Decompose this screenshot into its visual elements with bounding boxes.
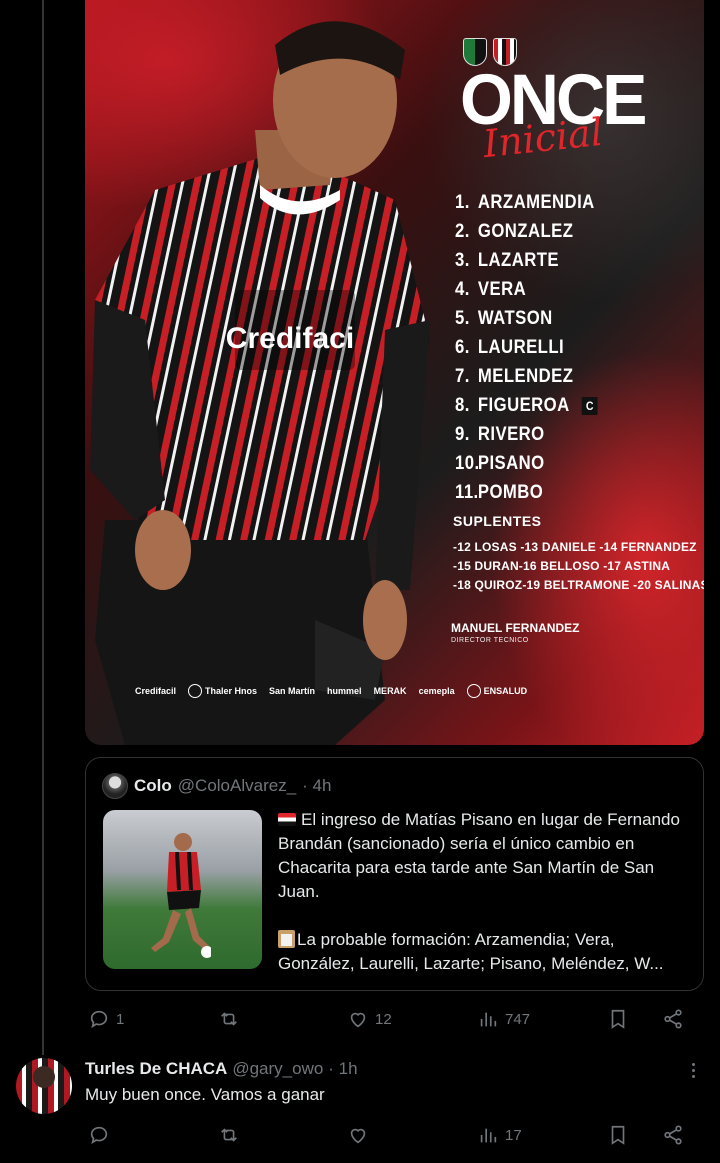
lineup-item: 9. RIVERO	[455, 423, 545, 445]
player-photo: Credifaci	[90, 21, 430, 745]
player-thumbnail-figure	[151, 833, 211, 958]
tweet-media-poster[interactable]: Credifaci ONCE Inicial 1. ARZAMENDIA 2. GO…	[85, 0, 704, 745]
quoted-tweet-text: El ingreso de Matías Pisano en lugar de …	[278, 810, 680, 973]
quoted-tweet-header: Colo @ColoAlvarez_ · 4h	[102, 773, 331, 799]
quoted-tweet-thumbnail[interactable]	[103, 810, 262, 969]
retweet-button[interactable]	[218, 1008, 246, 1030]
sponsor-logo: Thaler Hnos	[188, 684, 257, 698]
reply-timestamp[interactable]: · 1h	[328, 1059, 357, 1079]
tweet-action-bar: 1 12 747	[85, 1007, 704, 1031]
share-icon	[664, 1009, 682, 1029]
quoted-author-name[interactable]: Colo	[134, 776, 172, 796]
share-icon	[664, 1125, 682, 1145]
coach-role: DIRECTOR TECNICO	[451, 637, 529, 644]
lineup-item: 1. ARZAMENDIA	[455, 191, 595, 213]
bookmark-button[interactable]	[607, 1124, 629, 1146]
quoted-tweet[interactable]: Colo @ColoAlvarez_ · 4h El ingreso de Ma…	[85, 757, 704, 991]
quoted-timestamp[interactable]: · 4h	[302, 776, 331, 796]
sponsor-logo: ENSALUD	[466, 684, 527, 698]
avatar[interactable]	[102, 773, 128, 799]
lineup-item: 6. LAURELLI	[455, 336, 565, 358]
bookmark-icon	[611, 1125, 625, 1145]
views-icon	[480, 1012, 497, 1027]
lineup-item: 10. PISANO	[455, 452, 545, 474]
sponsor-strip: Credifacil Thaler Hnos San Martín hummel…	[135, 684, 527, 698]
bookmark-icon	[611, 1009, 625, 1029]
bookmark-button[interactable]	[607, 1008, 629, 1030]
reply-button[interactable]	[88, 1124, 116, 1146]
retweet-icon	[221, 1012, 237, 1026]
shirt-sponsor-text: Credifaci	[226, 322, 354, 355]
lineup-item: 7. MELENDEZ	[455, 365, 574, 387]
share-button[interactable]	[662, 1124, 684, 1146]
reply-author-handle[interactable]: @gary_owo	[232, 1059, 323, 1079]
clipboard-icon	[278, 930, 295, 948]
reply-icon	[90, 1126, 108, 1145]
sponsor-logo: hummel	[327, 686, 362, 696]
views-icon	[480, 1128, 497, 1143]
reply-count: 1	[116, 1010, 125, 1028]
sponsor-logo: San Martín	[269, 686, 316, 696]
reply-action-bar: 17	[85, 1123, 704, 1147]
like-button[interactable]	[347, 1124, 375, 1146]
views-count: 17	[505, 1126, 522, 1144]
views-count: 747	[505, 1010, 531, 1028]
views-button[interactable]: 17	[477, 1124, 522, 1146]
reply-icon	[90, 1010, 108, 1029]
coach-name: MANUEL FERNANDEZ	[451, 621, 580, 635]
like-button[interactable]: 12	[347, 1008, 392, 1030]
flag-icon	[278, 813, 296, 826]
subs-line: -18 QUIROZ-19 BELTRAMONE -20 SALINAS	[453, 578, 704, 592]
lineup-list: 1. ARZAMENDIA 2. GONZALEZ 3. LAZARTE 4. VERA…	[455, 188, 617, 507]
sponsor-logo: MERAK	[373, 686, 407, 696]
thread-line	[42, 0, 44, 1055]
reply-text: Muy buen once. Vamos a ganar	[85, 1085, 325, 1104]
avatar[interactable]	[16, 1058, 72, 1114]
subs-title: SUPLENTES	[453, 513, 542, 529]
lineup-item: 4. VERA	[455, 278, 527, 300]
captain-badge: C	[581, 396, 598, 415]
quoted-author-handle[interactable]: @ColoAlvarez_	[178, 776, 296, 796]
subs-line: -12 LOSAS -13 DANIELE -14 FERNANDEZ	[453, 540, 697, 554]
lineup-item: 5. WATSON	[455, 307, 553, 329]
retweet-button[interactable]	[218, 1124, 246, 1146]
like-count: 12	[375, 1010, 392, 1028]
reply-button[interactable]: 1	[88, 1008, 124, 1030]
reply-header: Turles De CHACA @gary_owo · 1h	[85, 1059, 358, 1079]
subs-line: -15 DURAN-16 BELLOSO -17 ASTINA	[453, 559, 671, 573]
lineup-item: 11. POMBO	[455, 481, 544, 503]
lineup-item: 3. LAZARTE	[455, 249, 559, 271]
heart-icon	[350, 1012, 366, 1028]
sponsor-logo: cemepla	[418, 686, 455, 696]
views-button[interactable]: 747	[477, 1008, 530, 1030]
lineup-item: 2. GONZALEZ	[455, 220, 574, 242]
heart-icon	[350, 1128, 366, 1144]
subs-list: -12 LOSAS -13 DANIELE -14 FERNANDEZ -15 …	[453, 538, 704, 595]
reply-author-name[interactable]: Turles De CHACA	[85, 1059, 227, 1079]
more-options-icon[interactable]	[683, 1060, 703, 1080]
share-button[interactable]	[662, 1008, 684, 1030]
lineup-item: 8. FIGUEROA C	[455, 391, 598, 420]
retweet-icon	[221, 1128, 237, 1142]
sponsor-logo: Credifacil	[135, 686, 177, 696]
